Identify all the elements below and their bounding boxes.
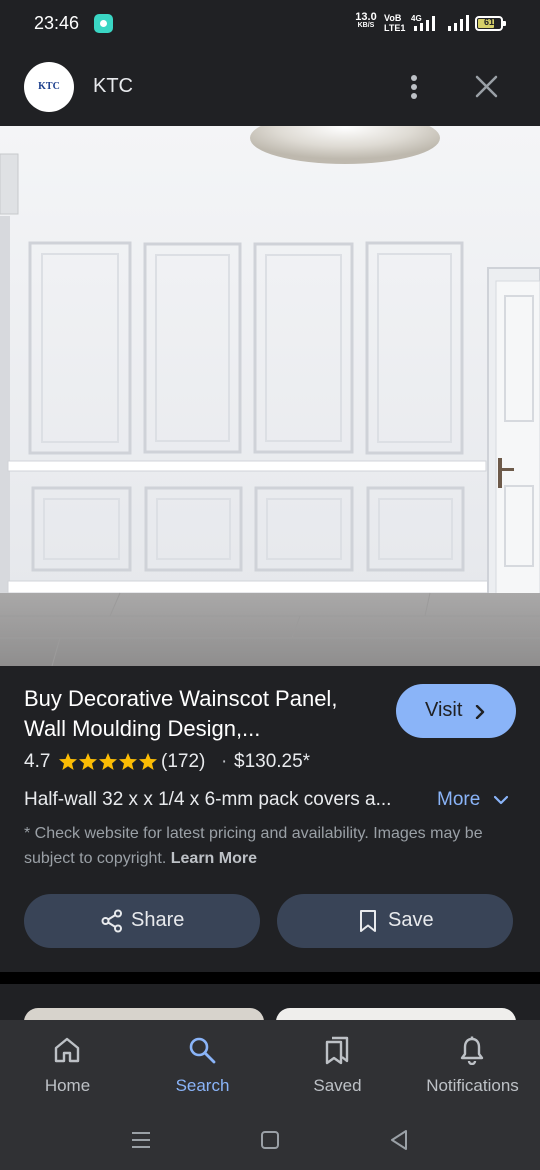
bell-icon <box>460 1036 484 1065</box>
more-vert-icon-dot <box>411 84 417 90</box>
nav-label-saved: Saved <box>313 1076 362 1095</box>
save-label: Save <box>388 909 434 931</box>
network-speed: 13.0 KB/S <box>352 12 380 30</box>
recents-icon[interactable] <box>126 1125 156 1155</box>
product-info-panel: Buy Decorative Wainscot Panel, Wall Moul… <box>0 666 540 972</box>
related-result-thumbnail[interactable] <box>276 1008 516 1020</box>
save-button[interactable]: Save <box>277 894 513 948</box>
back-icon[interactable] <box>384 1125 414 1155</box>
nav-label-search: Search <box>175 1076 230 1095</box>
related-result-thumbnail[interactable] <box>24 1008 264 1020</box>
visit-label: Visit <box>425 699 463 721</box>
share-button[interactable]: Share <box>24 894 260 948</box>
star-rating-icon <box>59 753 157 770</box>
more-vert-icon-dot <box>411 93 417 99</box>
signal-icon <box>448 15 469 31</box>
more-vert-icon <box>411 75 417 81</box>
home-button-icon[interactable] <box>255 1125 285 1155</box>
nav-item-notifications[interactable]: Notifications <box>405 1020 540 1110</box>
site-logo[interactable]: KTC <box>24 62 74 112</box>
bookmark-icon <box>360 910 376 932</box>
wainscot-wall-image <box>0 126 540 666</box>
battery-icon: 61 <box>475 16 506 31</box>
chevron-right-icon <box>475 705 485 719</box>
review-count[interactable]: (172) <box>161 751 205 773</box>
volte-indicator: VoB LTE1 <box>384 13 406 33</box>
product-image[interactable] <box>0 126 540 666</box>
site-name[interactable]: KTC <box>93 75 133 98</box>
visit-button[interactable]: Visit <box>396 684 516 738</box>
saved-icon <box>325 1036 349 1065</box>
more-options-button[interactable] <box>400 70 428 104</box>
status-bar: 23:46 13.0 KB/S VoB LTE1 4G 61 <box>0 0 540 48</box>
rating-value: 4.7 <box>24 751 51 772</box>
nav-label-notifications: Notifications <box>426 1076 519 1095</box>
search-icon <box>189 1037 216 1064</box>
nav-item-saved[interactable]: Saved <box>270 1020 405 1110</box>
share-icon <box>101 909 122 933</box>
chevron-down-icon <box>494 795 508 805</box>
related-results <box>0 984 540 1020</box>
nav-label-home: Home <box>44 1076 91 1095</box>
price: $130.25* <box>234 751 311 772</box>
disclaimer: * Check website for latest pricing and a… <box>24 821 494 871</box>
home-icon <box>54 1037 80 1063</box>
product-description: Half-wall 32 x x 1/4 x 6-mm pack covers … <box>24 789 392 810</box>
more-label: More <box>437 789 481 810</box>
battery-level: 61 <box>483 17 494 27</box>
separator-dot: · <box>221 751 228 772</box>
network-speed-unit: KB/S <box>357 22 375 29</box>
nav-item-search[interactable]: Search <box>135 1020 270 1110</box>
rating-row: 4.7 (172) · $130.25* <box>24 751 310 773</box>
more-button[interactable]: More <box>437 789 508 811</box>
close-button[interactable] <box>470 70 504 104</box>
section-divider <box>0 972 540 984</box>
product-title[interactable]: Buy Decorative Wainscot Panel, Wall Moul… <box>24 684 384 744</box>
close-icon <box>475 75 498 98</box>
nav-item-home[interactable]: Home <box>0 1020 135 1110</box>
network-type-label: 4G <box>411 14 422 23</box>
notification-app-icon <box>94 14 113 33</box>
bottom-nav: Home Search Saved Notifications <box>0 1020 540 1110</box>
signal-4g-icon: 4G <box>411 14 435 31</box>
learn-more-link[interactable]: Learn More <box>171 850 257 867</box>
status-time: 23:46 <box>34 13 80 33</box>
system-nav-bar <box>0 1110 540 1170</box>
header: KTC KTC <box>0 48 540 126</box>
share-label: Share <box>131 909 185 931</box>
